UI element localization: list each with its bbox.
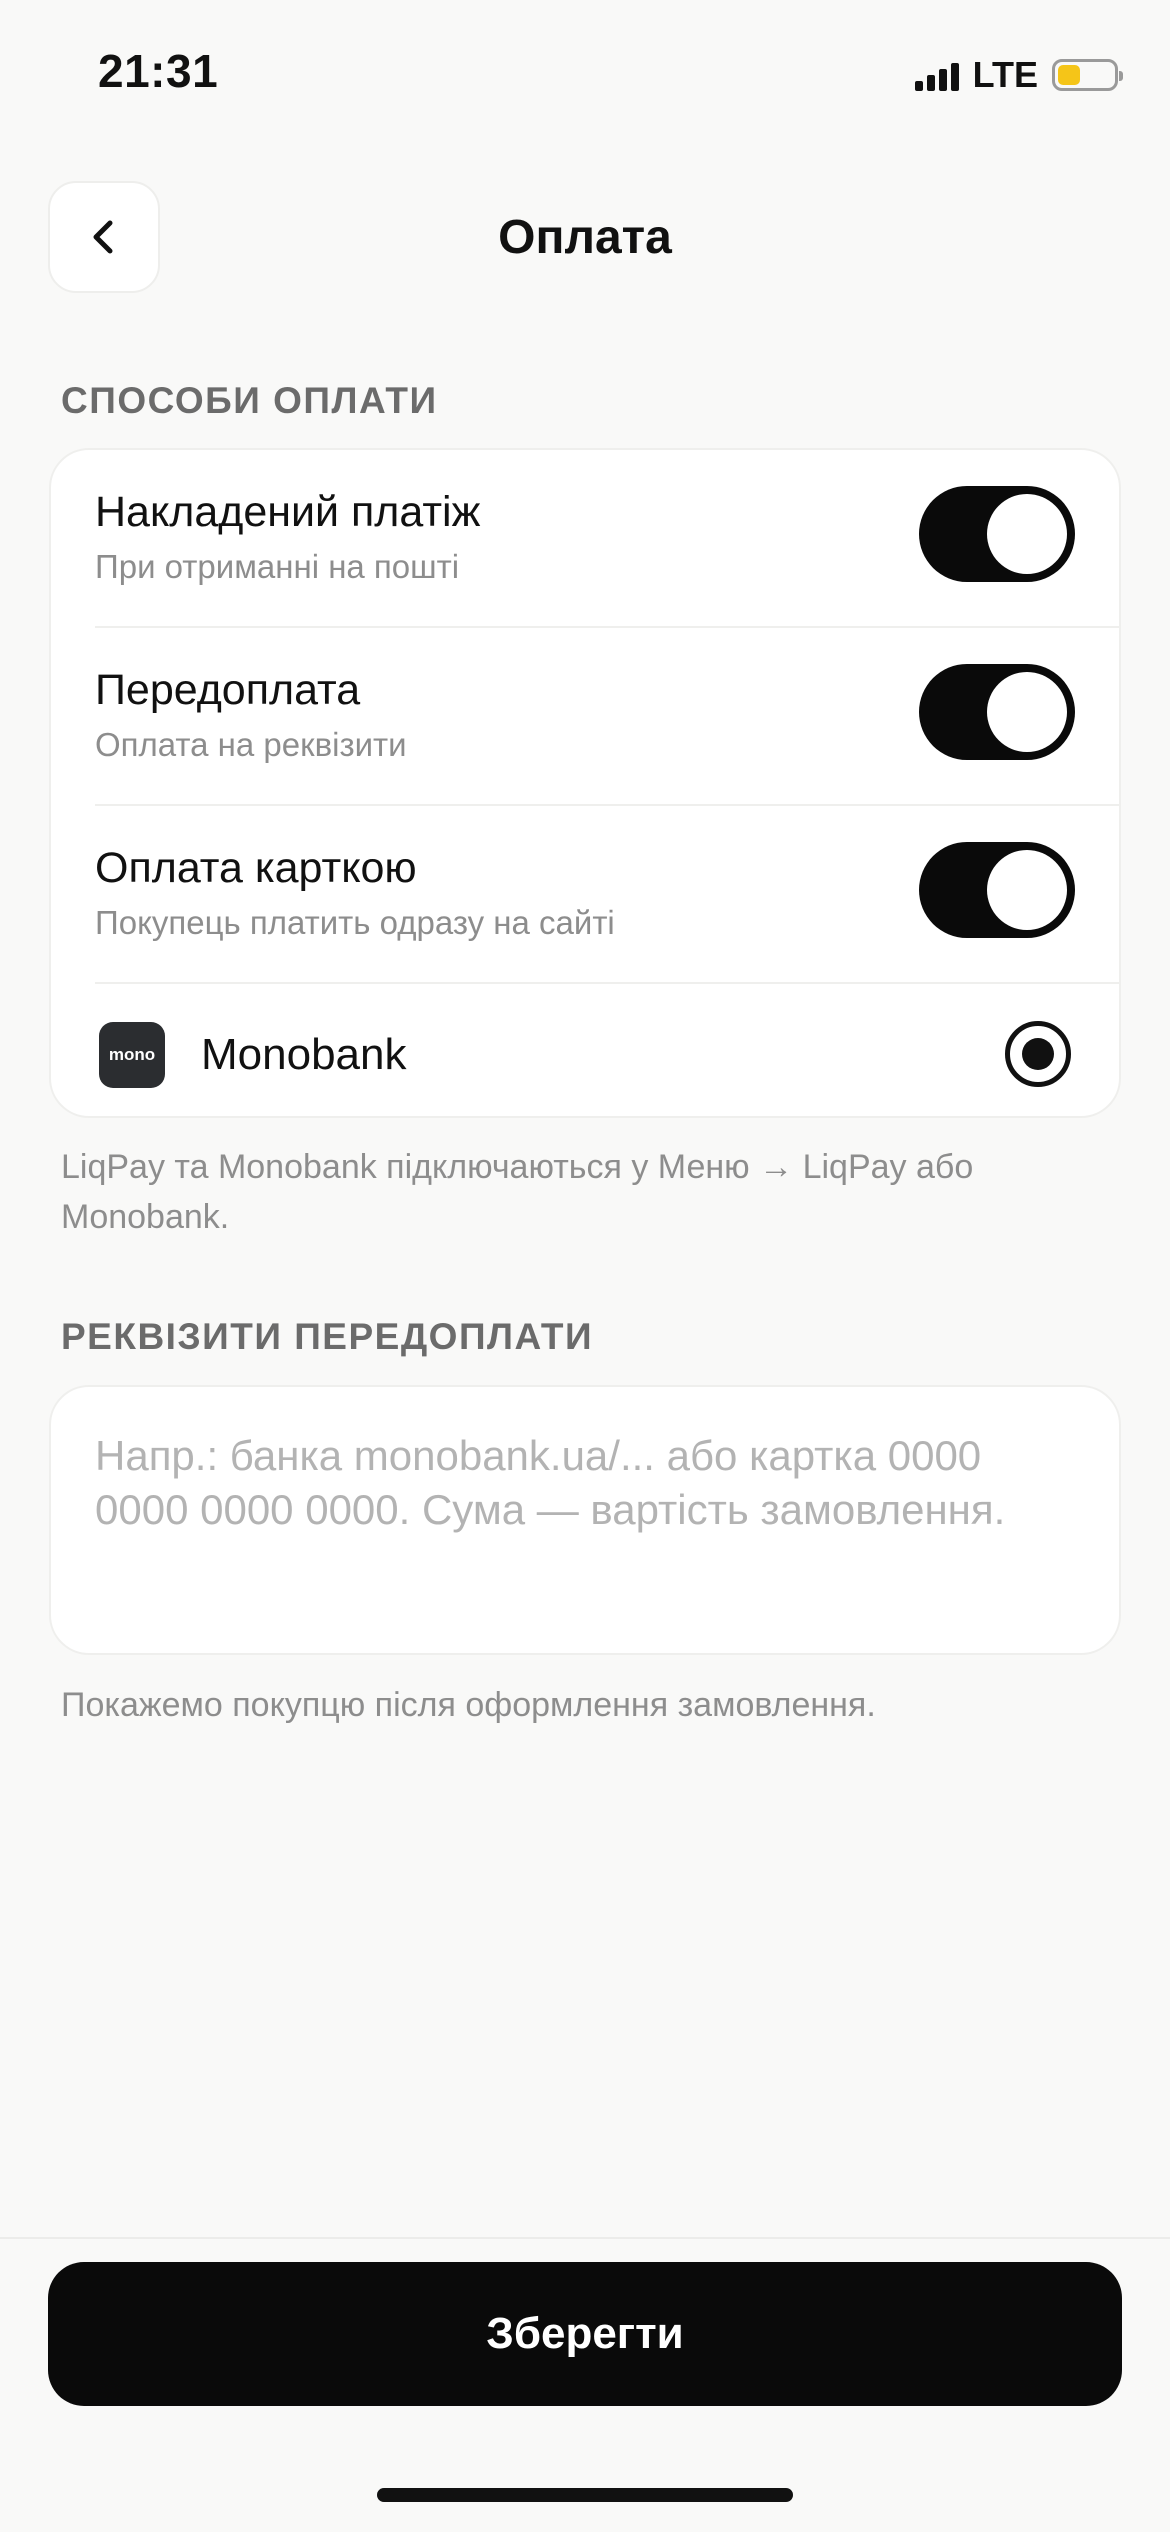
footer-divider	[0, 2237, 1170, 2239]
provider-monobank-row[interactable]: mono Monobank	[51, 984, 1119, 1116]
toggle-card-payment[interactable]	[919, 842, 1075, 938]
page-title: Оплата	[498, 211, 672, 264]
battery-level	[1058, 65, 1080, 85]
payment-method-subtitle: Покупець платить одразу на сайті	[95, 904, 615, 941]
provider-label: Monobank	[201, 1030, 407, 1079]
toggle-cod[interactable]	[919, 486, 1075, 582]
payment-method-subtitle: При отриманні на пошті	[95, 548, 460, 585]
monobank-logo-icon: mono	[99, 1022, 165, 1088]
section-label-prepayment-details: РЕКВІЗИТИ ПЕРЕДОПЛАТИ	[61, 1316, 594, 1357]
prepayment-details-hint: Покажемо покупцю після оформлення замовл…	[61, 1686, 876, 1724]
payment-methods-hint: LiqPay та Monobank підключаються у Меню …	[61, 1148, 974, 1236]
toggle-knob	[987, 494, 1067, 574]
payment-method-title: Передоплата	[95, 666, 361, 714]
payment-method-cod: Накладений платіж При отриманні на пошті	[51, 450, 1119, 626]
status-bar: 21:31 LTE	[0, 0, 1170, 150]
payment-method-card: Оплата карткою Покупець платить одразу н…	[51, 806, 1119, 982]
status-time: 21:31	[98, 45, 219, 97]
payment-method-prepayment: Передоплата Оплата на реквізити	[51, 628, 1119, 804]
payment-method-subtitle: Оплата на реквізити	[95, 726, 407, 763]
provider-radio[interactable]	[1005, 1021, 1071, 1087]
payment-method-title: Накладений платіж	[95, 488, 481, 536]
home-indicator	[377, 2488, 793, 2502]
battery-low-icon	[1052, 59, 1123, 91]
toggle-knob	[987, 850, 1067, 930]
network-label: LTE	[972, 54, 1038, 95]
section-label-payment-methods: СПОСОБИ ОПЛАТИ	[61, 380, 438, 421]
toggle-prepayment[interactable]	[919, 664, 1075, 760]
signal-bars-icon	[914, 59, 959, 91]
radio-selected-dot	[1022, 1038, 1054, 1070]
save-button[interactable]: Зберегти	[48, 2262, 1122, 2406]
prepayment-details-input[interactable]	[49, 1385, 1121, 1655]
toggle-knob	[987, 672, 1067, 752]
status-indicators: LTE	[914, 54, 1123, 96]
payment-methods-card: Накладений платіж При отриманні на пошті…	[49, 448, 1121, 1118]
payment-method-title: Оплата карткою	[95, 844, 417, 892]
